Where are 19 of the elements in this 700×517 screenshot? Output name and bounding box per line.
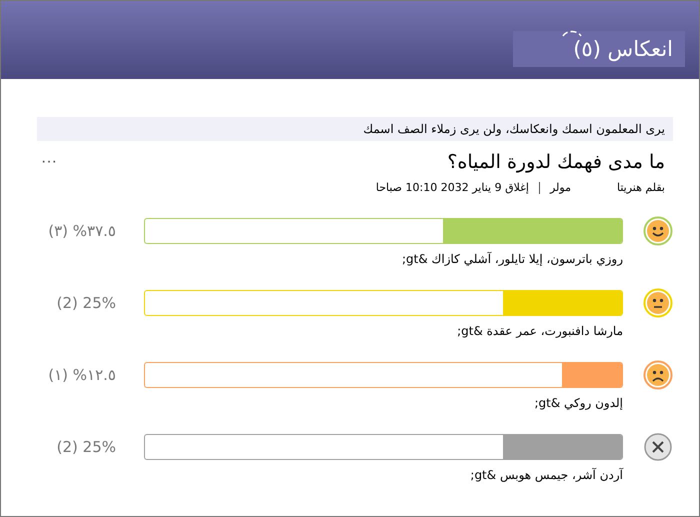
sad-face-icon	[643, 360, 673, 390]
page-title: انعكاس (٥)	[573, 37, 673, 61]
percent-label: 25% (2)	[56, 294, 116, 312]
close-icon	[643, 432, 673, 462]
question-text: ما مدى فهمك لدورة المياه؟	[447, 151, 665, 173]
closing-date: إغلاق 9 يناير 2032 10:10 صباحا	[376, 181, 529, 194]
more-button[interactable]: ···	[37, 153, 61, 171]
respondents-link[interactable]: إلدون روكي &gt;	[534, 396, 623, 410]
percent-label: ١٢.٥% (١)	[48, 366, 116, 384]
privacy-notice: يرى المعلمون اسمك وانعكاسك، ولن يرى زملاء الصف اسمك	[37, 117, 673, 141]
percent-label: 25% (2)	[56, 438, 116, 456]
author-name: بقلم هنريتا	[616, 181, 665, 194]
percent-label: ٣٧.٥% (٣)	[48, 222, 116, 240]
happy-face-icon	[643, 216, 673, 246]
respondents-link[interactable]: آردن آشر، جيمس هوبس &gt;	[470, 468, 623, 482]
neutral-face-icon	[643, 288, 673, 318]
respondents-link[interactable]: مارشا دافنبورت، عمر عقدة &gt;	[457, 324, 623, 338]
respondents-link[interactable]: روزي باترسون، إيلا تايلور، آشلي كازاك &gt;	[402, 252, 623, 266]
author-surname: مولر	[550, 181, 571, 194]
